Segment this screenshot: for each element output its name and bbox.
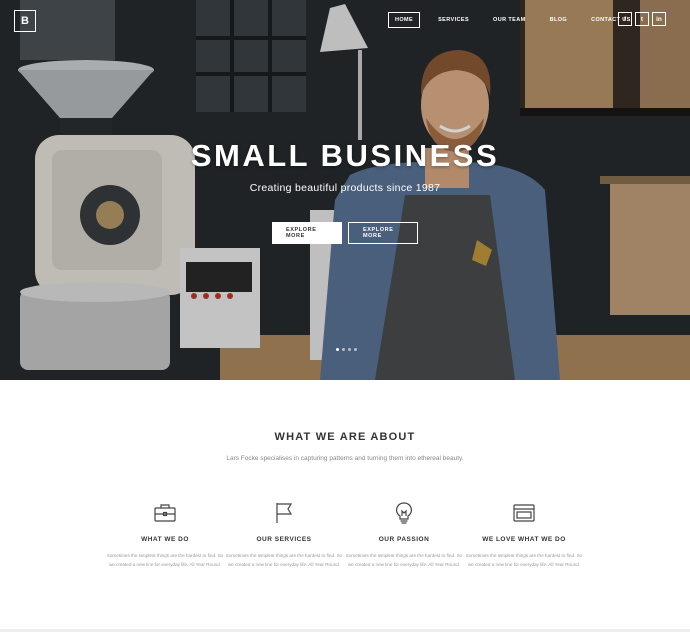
nav-item-blog[interactable]: Blog (544, 13, 574, 27)
nav-item-home[interactable]: Home (388, 12, 421, 28)
about-title: WHAT WE ARE ABOUT (274, 431, 416, 443)
about-description: Lars Focke specialises in capturing patt… (226, 455, 464, 462)
feature-title: Our services (256, 536, 312, 543)
hero-title: SMALL BUSINESS (190, 138, 500, 173)
slider-dot[interactable] (348, 348, 351, 351)
main-navigation: Home Services Our Team Blog Contact Us (388, 12, 637, 28)
hero-section: B Home Services Our Team Blog Contact Us… (0, 0, 690, 380)
feature-text: Sometimes the simplest things are the ha… (106, 553, 224, 567)
feature-our-passion: Our passion Sometimes the simplest thing… (344, 500, 464, 569)
brand-logo[interactable]: B (14, 10, 36, 32)
lightbulb-icon (396, 502, 412, 524)
slider-dot[interactable] (336, 348, 339, 351)
facebook-icon[interactable]: f (618, 12, 632, 26)
twitter-icon[interactable]: t (635, 12, 649, 26)
explore-more-outline-button[interactable]: Explore More (348, 222, 418, 244)
social-links: f t in (618, 12, 666, 26)
flag-icon (276, 503, 293, 523)
feature-title: What we do (141, 536, 189, 543)
browser-window-icon (513, 504, 535, 522)
slider-dot[interactable] (354, 348, 357, 351)
feature-text: Sometimes the simplest things are the ha… (465, 553, 583, 567)
slider-dots (336, 348, 357, 351)
briefcase-icon (154, 504, 176, 522)
feature-title: Our passion (378, 536, 430, 543)
hero-buttons: Explore More Explore More (272, 222, 418, 244)
feature-what-we-do: What we do Sometimes the simplest things… (105, 500, 225, 569)
feature-we-love-what-we-do: We love what we do Sometimes the simples… (464, 500, 584, 569)
nav-item-our-team[interactable]: Our Team (487, 13, 532, 27)
feature-title: We love what we do (482, 536, 566, 543)
linkedin-icon[interactable]: in (652, 12, 666, 26)
nav-item-services[interactable]: Services (432, 13, 475, 27)
feature-our-services: Our services Sometimes the simplest thin… (224, 500, 344, 569)
slider-dot[interactable] (342, 348, 345, 351)
hero-subtitle: Creating beautiful products since 1987 (249, 182, 441, 194)
feature-text: Sometimes the simplest things are the ha… (345, 553, 463, 567)
explore-more-button[interactable]: Explore More (272, 222, 342, 244)
feature-text: Sometimes the simplest things are the ha… (225, 553, 343, 567)
